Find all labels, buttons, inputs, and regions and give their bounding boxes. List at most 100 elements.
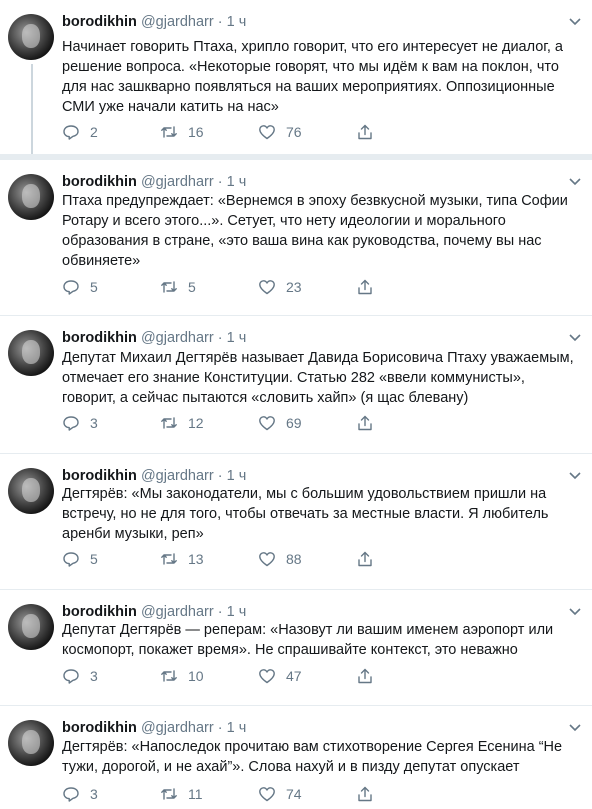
timestamp[interactable]: 1 ч xyxy=(227,720,247,736)
tweet-text: Депутат Дегтярёв — реперам: «Назовут ли … xyxy=(62,622,554,658)
retweet-icon xyxy=(161,417,177,429)
timestamp[interactable]: 1 ч xyxy=(227,468,247,484)
tweet[interactable]: borodikhin @gjardharr · 1 ч Птаха предуп… xyxy=(0,160,592,316)
user-handle[interactable]: @gjardharr xyxy=(141,604,214,620)
user-name[interactable]: borodikhin xyxy=(62,330,137,346)
tweet-actions: 3 10 47 xyxy=(62,667,382,685)
separator: · xyxy=(217,330,223,346)
tweet-header: borodikhin @gjardharr · 1 ч xyxy=(62,14,246,30)
tweet[interactable]: borodikhin @gjardharr · 1 ч Депутат Миха… xyxy=(0,316,592,454)
tweet-header: borodikhin @gjardharr · 1 ч xyxy=(62,720,246,736)
chevron-down-icon[interactable] xyxy=(568,14,582,28)
retweet-icon xyxy=(161,281,177,293)
chevron-down-icon[interactable] xyxy=(568,468,582,482)
heart-icon xyxy=(259,552,275,567)
avatar[interactable] xyxy=(8,604,54,650)
timeline: borodikhin @gjardharr · 1 ч Начинает гов… xyxy=(0,0,592,809)
like-count: 76 xyxy=(286,124,302,140)
retweet-icon xyxy=(161,670,177,682)
like-button[interactable]: 76 xyxy=(258,123,302,141)
user-name[interactable]: borodikhin xyxy=(62,604,137,620)
user-handle[interactable]: @gjardharr xyxy=(141,14,214,30)
separator: · xyxy=(217,174,223,190)
share-button[interactable] xyxy=(356,550,374,568)
avatar[interactable] xyxy=(8,330,54,376)
tweet[interactable]: borodikhin @gjardharr · 1 ч Депутат Дегт… xyxy=(0,590,592,706)
tweet-actions: 5 13 88 xyxy=(62,550,382,568)
avatar[interactable] xyxy=(8,720,54,766)
tweet[interactable]: borodikhin @gjardharr · 1 ч Начинает гов… xyxy=(0,0,592,160)
reply-button[interactable]: 3 xyxy=(62,667,98,685)
tweet-actions: 5 5 23 xyxy=(62,278,382,296)
chevron-down-icon[interactable] xyxy=(568,604,582,618)
heart-icon xyxy=(259,787,275,802)
chevron-down-icon[interactable] xyxy=(568,720,582,734)
reply-count: 3 xyxy=(90,786,98,802)
like-button[interactable]: 74 xyxy=(258,785,302,803)
reply-button[interactable]: 5 xyxy=(62,550,98,568)
user-handle[interactable]: @gjardharr xyxy=(141,468,214,484)
share-button[interactable] xyxy=(356,278,374,296)
chevron-down-icon[interactable] xyxy=(568,330,582,344)
tweet-text: Дегтярёв: «Мы законодатели, мы с большим… xyxy=(62,486,549,542)
tweet-text: Начинает говорить Птаха, хрипло говорит,… xyxy=(62,39,563,115)
reply-icon xyxy=(63,552,79,567)
separator: · xyxy=(217,604,223,620)
reply-button[interactable]: 3 xyxy=(62,785,98,803)
user-handle[interactable]: @gjardharr xyxy=(141,330,214,346)
reply-count: 2 xyxy=(90,124,98,140)
retweet-button[interactable]: 5 xyxy=(160,278,196,296)
like-count: 69 xyxy=(286,415,302,431)
share-icon xyxy=(358,668,372,684)
share-button[interactable] xyxy=(356,123,374,141)
separator: · xyxy=(217,720,223,736)
user-handle[interactable]: @gjardharr xyxy=(141,174,214,190)
timestamp[interactable]: 1 ч xyxy=(227,14,247,30)
tweet[interactable]: borodikhin @gjardharr · 1 ч Дегтярёв: «Н… xyxy=(0,706,592,809)
like-button[interactable]: 88 xyxy=(258,550,302,568)
retweet-button[interactable]: 11 xyxy=(160,785,203,803)
share-button[interactable] xyxy=(356,667,374,685)
like-count: 47 xyxy=(286,668,302,684)
tweet-actions: 3 12 69 xyxy=(62,414,382,432)
reply-icon xyxy=(63,125,79,140)
tweet-actions: 2 16 76 xyxy=(62,123,382,141)
tweet-actions: 3 11 74 xyxy=(62,785,382,803)
avatar[interactable] xyxy=(8,14,54,60)
retweet-button[interactable]: 10 xyxy=(160,667,204,685)
heart-icon xyxy=(259,280,275,295)
retweet-icon xyxy=(161,788,177,800)
retweet-button[interactable]: 12 xyxy=(160,414,204,432)
timestamp[interactable]: 1 ч xyxy=(227,174,247,190)
share-button[interactable] xyxy=(356,785,374,803)
avatar[interactable] xyxy=(8,468,54,514)
tweet[interactable]: borodikhin @gjardharr · 1 ч Дегтярёв: «М… xyxy=(0,454,592,590)
user-name[interactable]: borodikhin xyxy=(62,720,137,736)
timestamp[interactable]: 1 ч xyxy=(227,604,247,620)
share-icon xyxy=(358,415,372,431)
like-count: 74 xyxy=(286,786,302,802)
reply-button[interactable]: 2 xyxy=(62,123,98,141)
reply-icon xyxy=(63,280,79,295)
reply-button[interactable]: 3 xyxy=(62,414,98,432)
like-button[interactable]: 47 xyxy=(258,667,302,685)
share-button[interactable] xyxy=(356,414,374,432)
tweet-text: Птаха предупреждает: «Вернемся в эпоху б… xyxy=(62,193,568,269)
reply-count: 3 xyxy=(90,668,98,684)
reply-button[interactable]: 5 xyxy=(62,278,98,296)
timestamp[interactable]: 1 ч xyxy=(227,330,247,346)
chevron-down-icon[interactable] xyxy=(568,174,582,188)
retweet-button[interactable]: 13 xyxy=(160,550,204,568)
like-button[interactable]: 69 xyxy=(258,414,302,432)
share-icon xyxy=(358,124,372,140)
user-name[interactable]: borodikhin xyxy=(62,14,137,30)
user-name[interactable]: borodikhin xyxy=(62,468,137,484)
avatar[interactable] xyxy=(8,174,54,220)
reply-count: 3 xyxy=(90,415,98,431)
user-name[interactable]: borodikhin xyxy=(62,174,137,190)
like-button[interactable]: 23 xyxy=(258,278,302,296)
share-icon xyxy=(358,786,372,802)
retweet-button[interactable]: 16 xyxy=(160,123,204,141)
tweet-header: borodikhin @gjardharr · 1 ч xyxy=(62,468,246,484)
user-handle[interactable]: @gjardharr xyxy=(141,720,214,736)
